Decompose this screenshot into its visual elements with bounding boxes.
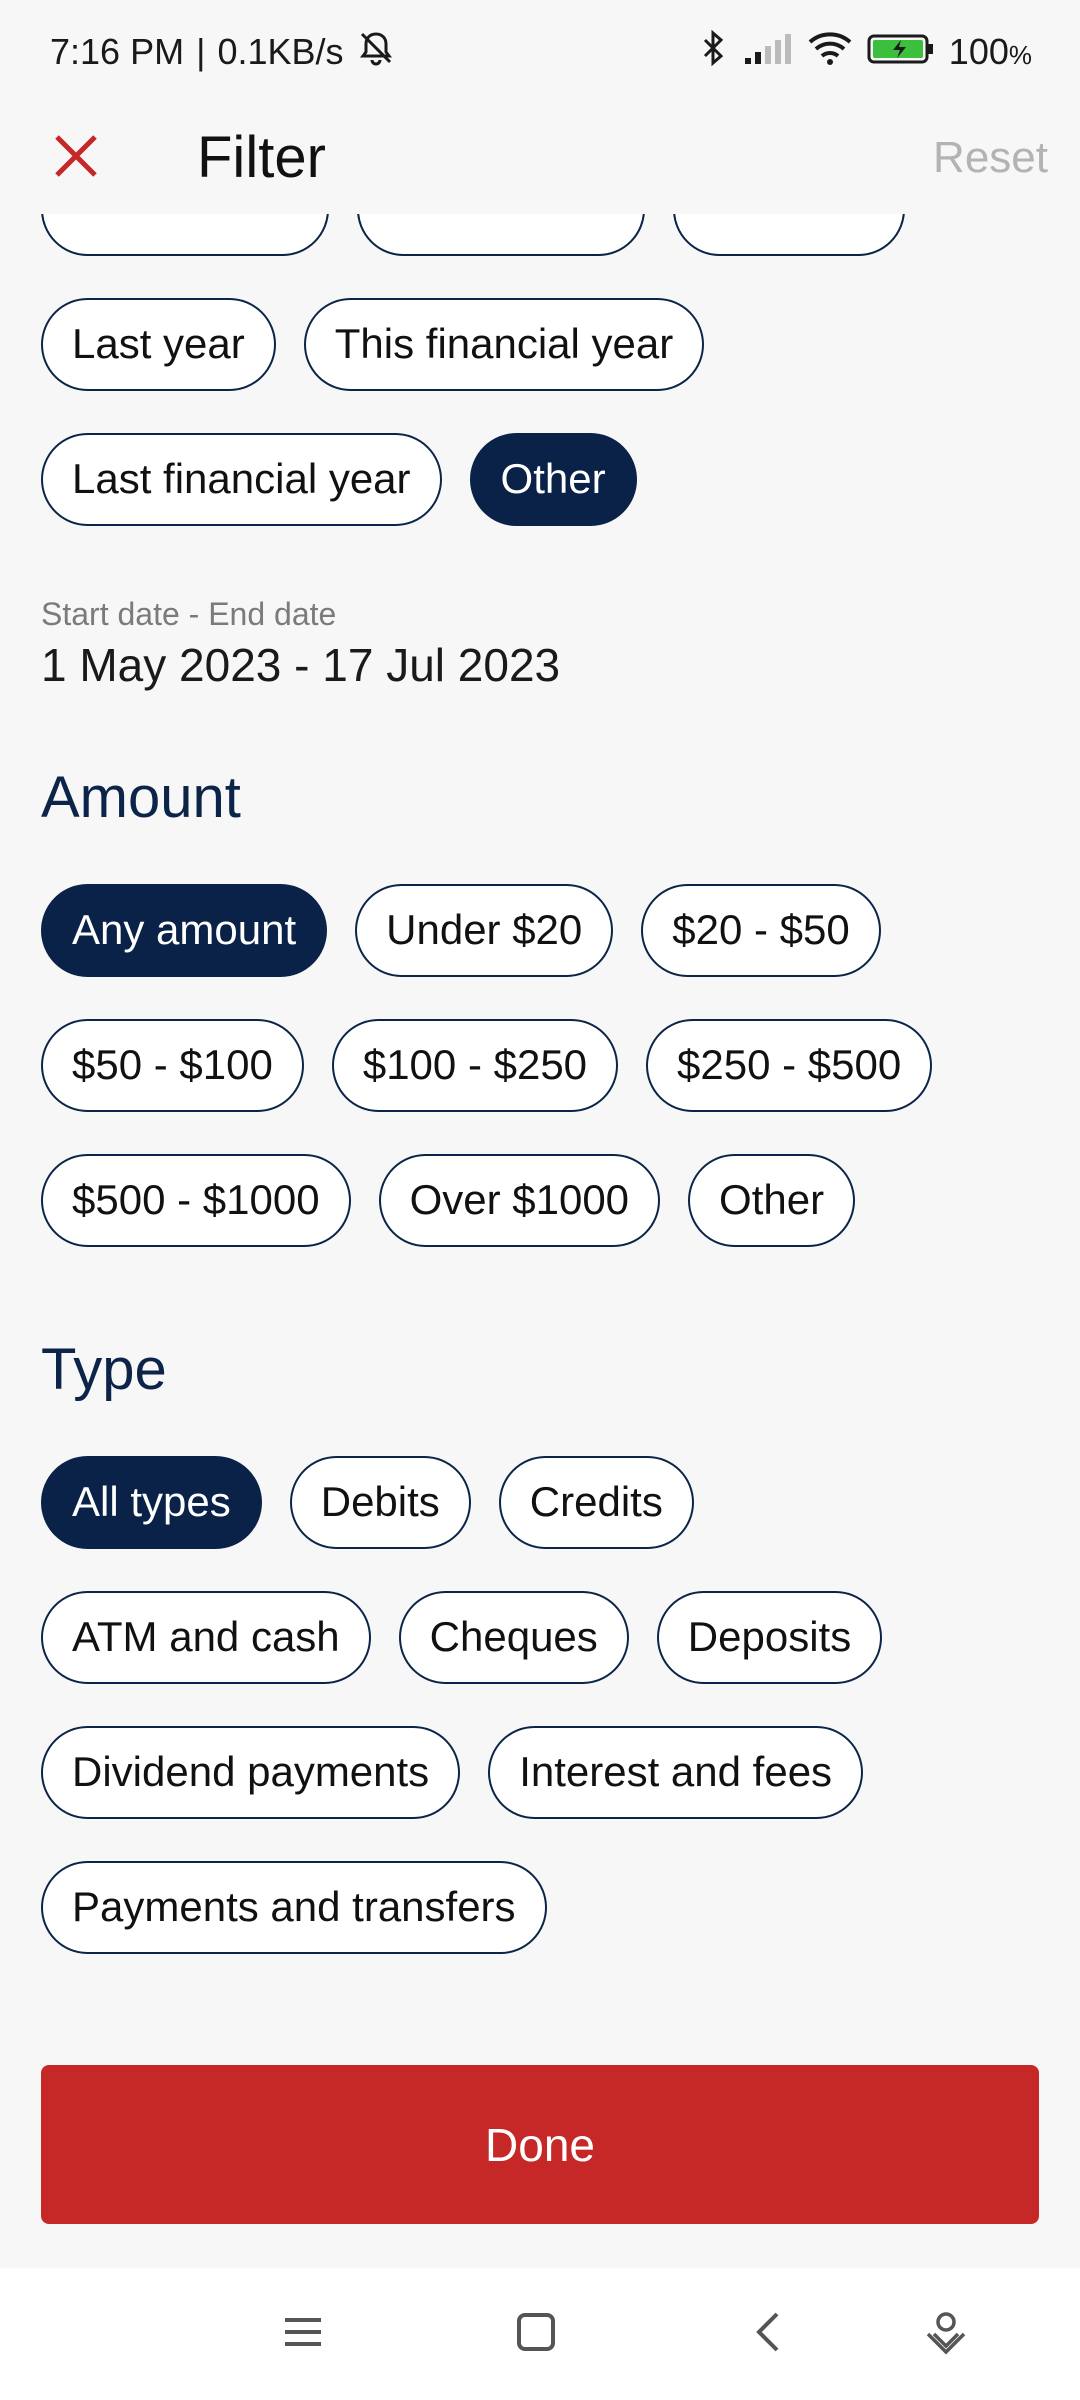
chip-under-20[interactable]: Under $20 <box>355 884 614 977</box>
chip-cheques[interactable]: Cheques <box>398 1591 629 1684</box>
chip-all-types[interactable]: All types <box>41 1456 262 1549</box>
close-button[interactable] <box>40 122 112 194</box>
status-left: 7:16 PM | 0.1KB/s <box>50 28 396 77</box>
back-icon <box>749 2310 789 2359</box>
bluetooth-icon <box>699 28 729 77</box>
amount-chip-row: $50 - $100 $100 - $250 $250 - $500 <box>41 1019 933 1112</box>
type-chip-row: ATM and cash Cheques Deposits <box>41 1591 883 1684</box>
assistant-icon <box>922 2308 970 2361</box>
chip-last-financial-year[interactable]: Last financial year <box>41 433 442 526</box>
wifi-icon <box>807 28 853 77</box>
chip-atm-and-cash[interactable]: ATM and cash <box>41 1591 371 1684</box>
chip-interest-and-fees[interactable]: Interest and fees <box>488 1726 864 1819</box>
type-chip-row: Payments and transfers <box>41 1861 547 1954</box>
amount-heading: Amount <box>41 765 241 830</box>
battery-charging-icon <box>867 28 935 77</box>
chip-20-50[interactable]: $20 - $50 <box>641 884 881 977</box>
header: Filter Reset <box>0 104 1080 214</box>
signal-icon <box>743 28 793 77</box>
close-icon <box>51 131 101 186</box>
chip-credits[interactable]: Credits <box>498 1456 694 1549</box>
chip-payments-and-transfers[interactable]: Payments and transfers <box>41 1861 547 1954</box>
done-button[interactable]: Done <box>41 2065 1039 2224</box>
date-chip-row-partial <box>41 214 905 256</box>
date-range-value[interactable]: 1 May 2023 - 17 Jul 2023 <box>41 638 560 692</box>
page-title: Filter <box>197 125 326 190</box>
chip-50-100[interactable]: $50 - $100 <box>41 1019 304 1112</box>
chip-any-amount[interactable]: Any amount <box>41 884 328 977</box>
status-time: 7:16 PM <box>50 31 185 72</box>
status-bar: 7:16 PM | 0.1KB/s 100% <box>0 0 1080 104</box>
date-chip-row: Last financial year Other <box>41 433 637 526</box>
chip-last-year[interactable]: Last year <box>41 298 276 391</box>
status-network-speed: 0.1KB/s <box>217 31 344 72</box>
clipped-chip-row-wrapper <box>0 214 1080 256</box>
chip-over-1000[interactable]: Over $1000 <box>378 1154 661 1247</box>
menu-button[interactable] <box>267 2298 339 2370</box>
type-chip-row: All types Debits Credits <box>41 1456 694 1549</box>
home-square-icon <box>514 2310 558 2359</box>
status-separator: | <box>196 31 206 72</box>
date-range-label: Start date - End date <box>41 596 337 632</box>
status-right: 100% <box>699 28 1032 77</box>
chip-debits[interactable]: Debits <box>289 1456 471 1549</box>
date-chip-partial[interactable] <box>673 214 905 256</box>
menu-icon <box>281 2312 325 2357</box>
chip-500-1000[interactable]: $500 - $1000 <box>41 1154 351 1247</box>
back-button[interactable] <box>733 2298 805 2370</box>
chip-other-amount[interactable]: Other <box>688 1154 856 1247</box>
assistant-button[interactable] <box>910 2298 982 2370</box>
date-chip-partial[interactable] <box>357 214 645 256</box>
chip-250-500[interactable]: $250 - $500 <box>646 1019 933 1112</box>
reset-button[interactable]: Reset <box>933 128 1048 188</box>
chip-dividend-payments[interactable]: Dividend payments <box>41 1726 461 1819</box>
home-button[interactable] <box>500 2298 572 2370</box>
mute-bell-icon <box>356 28 396 77</box>
date-chip-partial[interactable] <box>41 214 329 256</box>
amount-chip-row: Any amount Under $20 $20 - $50 <box>41 884 881 977</box>
chip-other-date[interactable]: Other <box>469 433 637 526</box>
chip-this-financial-year[interactable]: This financial year <box>303 298 705 391</box>
chip-100-250[interactable]: $100 - $250 <box>331 1019 619 1112</box>
system-nav-bar <box>0 2268 1080 2400</box>
battery-level: 100% <box>948 31 1032 72</box>
chip-deposits[interactable]: Deposits <box>656 1591 883 1684</box>
date-chip-row: Last year This financial year <box>41 298 705 391</box>
amount-chip-row: $500 - $1000 Over $1000 Other <box>41 1154 856 1247</box>
type-heading: Type <box>41 1337 167 1402</box>
type-chip-row: Dividend payments Interest and fees <box>41 1726 864 1819</box>
